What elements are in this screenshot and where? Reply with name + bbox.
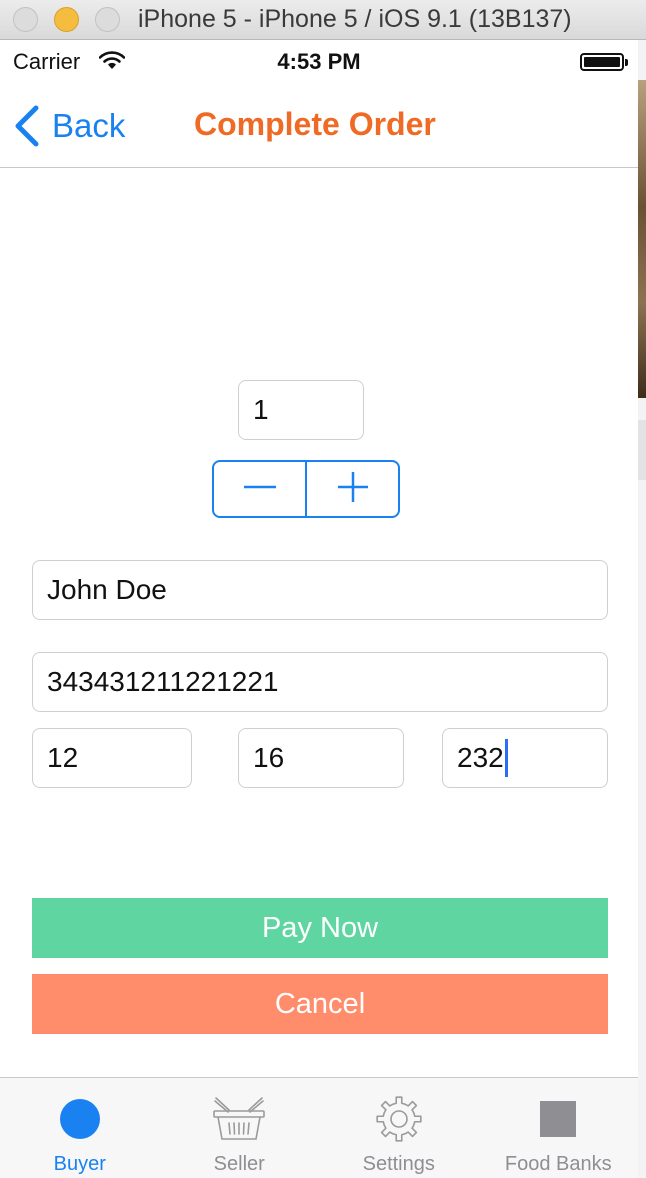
simulator-title-bar: iPhone 5 - iPhone 5 / iOS 9.1 (13B137) xyxy=(0,0,646,40)
card-number-field[interactable]: 343431211221221 xyxy=(32,652,608,712)
increment-button[interactable] xyxy=(305,462,398,516)
pay-now-button[interactable]: Pay Now xyxy=(32,898,608,958)
page-title: Complete Order xyxy=(194,106,436,142)
tab-label: Seller xyxy=(213,1153,265,1175)
decrement-button[interactable] xyxy=(214,462,305,516)
quantity-field[interactable]: 1 xyxy=(238,380,364,440)
cardholder-name-field[interactable]: John Doe xyxy=(32,560,608,620)
tab-settings[interactable]: Settings xyxy=(319,1078,479,1178)
expiry-month-field[interactable]: 12 xyxy=(32,728,192,788)
back-button-label: Back xyxy=(52,107,126,144)
tab-label: Food Banks xyxy=(504,1153,612,1175)
chevron-left-icon xyxy=(14,104,40,148)
background-window-edge xyxy=(638,40,646,1178)
window-zoom-button[interactable] xyxy=(95,7,120,32)
basket-icon xyxy=(160,1096,320,1142)
text-cursor xyxy=(504,739,508,777)
phone-screen: Carrier 4:53 PM Back Complete Order 1 Jo… xyxy=(0,40,638,1178)
cvv-value: 232 xyxy=(457,742,504,773)
square-icon xyxy=(479,1096,639,1142)
expiry-year-field[interactable]: 16 xyxy=(238,728,404,788)
window-close-button[interactable] xyxy=(13,7,38,32)
tab-label: Settings xyxy=(362,1153,435,1175)
battery-icon xyxy=(580,53,628,71)
back-button[interactable]: Back xyxy=(14,104,125,148)
status-time: 4:53 PM xyxy=(277,49,361,74)
minus-icon xyxy=(243,470,277,509)
tab-buyer[interactable]: Buyer xyxy=(0,1078,160,1178)
window-minimize-button[interactable] xyxy=(54,7,79,32)
tab-seller[interactable]: Seller xyxy=(160,1078,320,1178)
plus-icon xyxy=(336,470,370,509)
status-bar: Carrier 4:53 PM xyxy=(0,40,638,80)
window-title: iPhone 5 - iPhone 5 / iOS 9.1 (13B137) xyxy=(138,5,572,33)
tab-bar: Buyer Seller Settings Food Banks xyxy=(0,1077,638,1178)
quantity-stepper xyxy=(212,460,400,518)
gear-icon xyxy=(319,1096,479,1142)
cvv-field[interactable]: 232 xyxy=(442,728,608,788)
circle-icon xyxy=(0,1096,160,1142)
navigation-bar: Back Complete Order xyxy=(0,80,638,168)
tab-label: Buyer xyxy=(53,1153,106,1175)
tab-food-banks[interactable]: Food Banks xyxy=(479,1078,639,1178)
cancel-button[interactable]: Cancel xyxy=(32,974,608,1034)
